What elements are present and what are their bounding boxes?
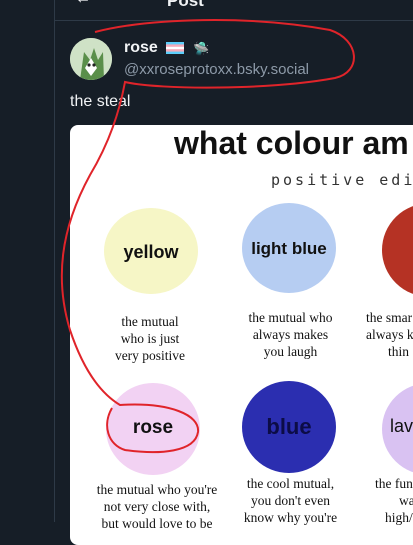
ufo-icon: 🛸 xyxy=(193,41,210,56)
red-circle xyxy=(382,203,413,297)
image-title: what colour am xyxy=(174,125,409,161)
circle-description: the smar always k thin xyxy=(366,310,413,359)
circle-description: the fun wa high/ xyxy=(375,476,413,525)
post-header: ← Post xyxy=(55,0,413,21)
arrow-left-icon[interactable]: ← xyxy=(75,0,91,8)
circle-label: blue xyxy=(266,414,312,439)
author-handle[interactable]: @xxroseprotoxx.bsky.social xyxy=(124,61,309,78)
transgender-flag-icon xyxy=(166,42,184,54)
circle-description: the cool mutual, you don't even know why y… xyxy=(243,476,338,525)
post-image[interactable]: what colour am positive editi yellow the… xyxy=(70,125,413,545)
circle-label: lav xyxy=(390,416,413,436)
column-divider xyxy=(54,0,55,522)
image-subtitle: positive editi xyxy=(271,171,413,189)
circle-label: rose xyxy=(132,417,174,438)
left-sidebar xyxy=(0,0,54,522)
circle-description: the mutual who is just very positive xyxy=(114,314,186,363)
circle-description: the mutual who always makes you laugh xyxy=(248,310,333,359)
circle-label: yellow xyxy=(123,242,179,262)
circle-label: light blue xyxy=(251,239,327,258)
header-title: Post xyxy=(167,0,204,10)
circle-description: the mutual who you're not very close with… xyxy=(96,482,218,531)
post-text: the steal xyxy=(70,93,131,110)
avatar[interactable] xyxy=(70,38,112,80)
author-name[interactable]: rose xyxy=(124,39,158,57)
